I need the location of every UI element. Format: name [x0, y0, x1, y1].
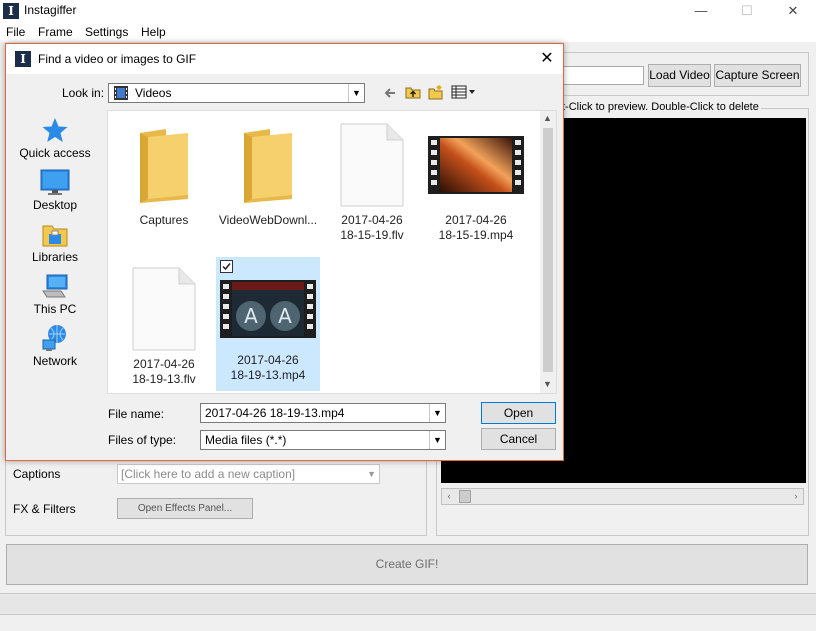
scroll-right-icon[interactable]: ›: [791, 490, 801, 503]
scroll-down-icon[interactable]: ▼: [543, 379, 552, 389]
place-label: Desktop: [32, 198, 78, 212]
view-menu-icon[interactable]: [451, 85, 477, 99]
file-name: 2017-04-26 18-15-19.mp4: [438, 213, 514, 242]
close-window-button[interactable]: ✕: [770, 0, 816, 22]
file-name: Captures: [139, 213, 189, 227]
scroll-thumb[interactable]: [543, 128, 553, 372]
chevron-down-icon: ▼: [429, 431, 445, 449]
up-folder-icon[interactable]: [405, 84, 421, 100]
folder-icon: [244, 129, 292, 203]
scroll-up-icon[interactable]: ▲: [543, 113, 552, 123]
maximize-button[interactable]: ☐: [724, 0, 770, 22]
look-in-select[interactable]: Videos ▼: [108, 83, 365, 103]
menu-file[interactable]: File: [6, 25, 25, 39]
menu-frame[interactable]: Frame: [38, 25, 73, 39]
capture-screen-button[interactable]: Capture Screen: [714, 64, 801, 87]
svg-text:A: A: [278, 304, 292, 328]
fx-filters-label: FX & Filters: [13, 502, 76, 516]
desktop-icon: [40, 169, 70, 195]
app-logo-icon: I: [3, 3, 19, 19]
file-list-scrollbar[interactable]: ▲ ▼: [540, 111, 556, 393]
selection-checkbox-icon[interactable]: [220, 260, 233, 273]
dialog-titlebar: I Find a video or images to GIF ✕: [6, 44, 563, 74]
file-name: 2017-04-26 18-19-13.flv: [132, 357, 196, 386]
file-item-videowebdownloads[interactable]: VideoWebDownl...: [216, 117, 320, 245]
dialog-title: Find a video or images to GIF: [38, 52, 197, 66]
status-bar: [0, 593, 816, 615]
file-name: 2017-04-26 18-15-19.flv: [340, 213, 404, 242]
menu-settings[interactable]: Settings: [85, 25, 128, 39]
window-title: Instagiffer: [24, 3, 77, 17]
look-in-value: Videos: [135, 86, 172, 100]
file-list[interactable]: Captures VideoWebDownl... 2017-04-26 18-…: [107, 110, 557, 394]
open-button[interactable]: Open: [481, 402, 556, 424]
file-item-flv-181913[interactable]: 2017-04-26 18-19-13.flv: [112, 261, 216, 391]
open-effects-panel-button[interactable]: Open Effects Panel...: [117, 498, 253, 519]
place-label: This PC: [33, 302, 77, 316]
cancel-button[interactable]: Cancel: [481, 428, 556, 450]
caption-select[interactable]: [Click here to add a new caption] ▼: [117, 464, 380, 484]
file-item-mp4-181913[interactable]: A A 2017-04-26 18-19-13.mp4: [216, 257, 320, 391]
minimize-button[interactable]: —: [678, 0, 724, 22]
window-titlebar: I Instagiffer — ☐ ✕: [0, 0, 816, 22]
menu-bar: File Frame Settings Help: [0, 22, 816, 42]
file-item-captures[interactable]: Captures: [112, 117, 216, 245]
place-label: Quick access: [19, 146, 91, 160]
file-name-value: 2017-04-26 18-19-13.mp4: [205, 406, 345, 420]
back-arrow-icon[interactable]: [383, 86, 397, 100]
video-path-input[interactable]: [560, 66, 644, 85]
place-quick-access[interactable]: Quick access: [13, 116, 97, 160]
places-bar: Quick access Desktop Libraries This PC N…: [13, 114, 97, 394]
file-type-label: Files of type:: [108, 433, 177, 447]
place-this-pc[interactable]: This PC: [13, 272, 97, 316]
load-video-button[interactable]: Load Video: [648, 64, 711, 87]
svg-text:A: A: [244, 304, 258, 328]
file-item-flv-181519[interactable]: 2017-04-26 18-15-19.flv: [320, 117, 424, 245]
preview-hint: t-Click to preview. Double-Click to dele…: [560, 101, 761, 113]
file-name: VideoWebDownl...: [218, 213, 318, 227]
place-label: Network: [32, 354, 77, 368]
menu-help[interactable]: Help: [141, 25, 166, 39]
scroll-left-icon[interactable]: ‹: [444, 490, 454, 503]
place-libraries[interactable]: Libraries: [13, 220, 97, 264]
place-network[interactable]: Network: [13, 324, 97, 368]
file-type-select[interactable]: Media files (*.*) ▼: [200, 430, 446, 450]
dialog-close-button[interactable]: ✕: [534, 47, 560, 71]
file-type-value: Media files (*.*): [205, 433, 287, 447]
this-pc-icon: [42, 274, 68, 298]
file-item-mp4-181519[interactable]: 2017-04-26 18-15-19.mp4: [424, 117, 528, 245]
blank-file-icon: [132, 267, 196, 351]
video-film-icon: [114, 86, 128, 100]
place-label: Libraries: [31, 250, 79, 264]
create-gif-button[interactable]: Create GIF!: [6, 544, 808, 585]
app-logo-icon: I: [15, 51, 31, 67]
chevron-down-icon: ▼: [348, 84, 364, 102]
video-thumbnail-icon: [428, 136, 524, 194]
network-icon: [42, 325, 66, 351]
look-in-label: Look in:: [62, 86, 105, 100]
file-name: 2017-04-26 18-19-13.mp4: [230, 353, 306, 382]
file-name-input[interactable]: 2017-04-26 18-19-13.mp4 ▼: [200, 403, 446, 423]
quick-access-star-icon: [42, 118, 68, 142]
video-thumbnail-icon: A A: [220, 280, 316, 338]
blank-file-icon: [340, 123, 404, 207]
new-folder-icon[interactable]: [428, 84, 444, 100]
chevron-down-icon: ▼: [367, 469, 376, 479]
libraries-icon: [42, 225, 68, 247]
scroll-thumb[interactable]: [459, 490, 471, 503]
open-file-dialog: I Find a video or images to GIF ✕ Look i…: [5, 43, 564, 461]
chevron-down-icon: ▼: [429, 404, 445, 422]
folder-icon: [140, 129, 188, 203]
captions-label: Captions: [13, 467, 61, 481]
caption-select-value: [Click here to add a new caption]: [121, 467, 296, 481]
frame-scrollbar[interactable]: ‹ ›: [441, 488, 804, 505]
place-desktop[interactable]: Desktop: [13, 168, 97, 212]
file-name-label: File name:: [108, 407, 165, 421]
